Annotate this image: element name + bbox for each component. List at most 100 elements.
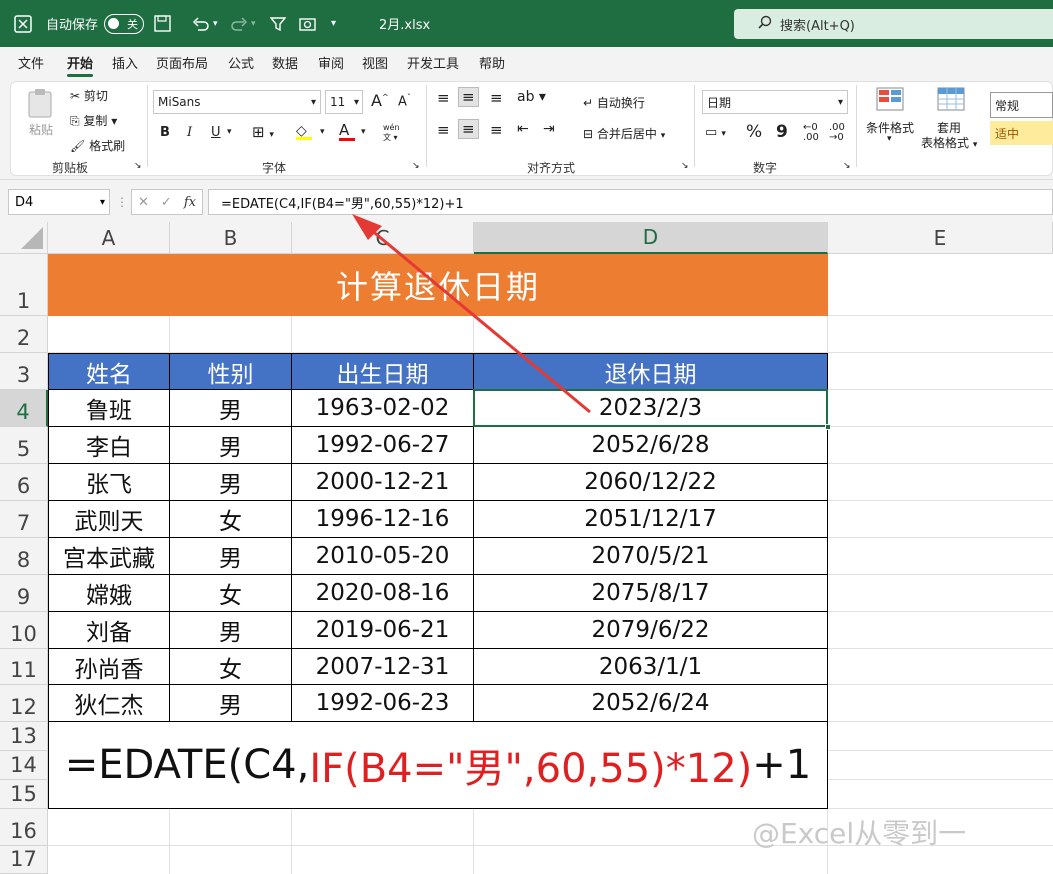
tab-developer[interactable]: 开发工具	[407, 53, 459, 72]
search-box[interactable]: 搜索(Alt+Q)	[734, 9, 1053, 39]
align-top-icon[interactable]: ≡	[437, 89, 450, 107]
table-cell[interactable]: 女	[170, 649, 292, 685]
table-cell[interactable]: 2063/1/1	[474, 649, 828, 685]
table-cell[interactable]: 2007-12-31	[292, 649, 474, 685]
table-cell[interactable]: 1963-02-02	[292, 390, 474, 427]
style-neutral[interactable]: 适中	[990, 121, 1053, 145]
italic-button[interactable]: I	[187, 125, 192, 140]
table-header-cell[interactable]: 出生日期	[292, 353, 474, 390]
chevron-down-icon[interactable]: ▾	[320, 127, 325, 137]
font-size-select[interactable]: 11 ▾	[325, 90, 363, 114]
format-painter-button[interactable]: 🖌 格式刷	[70, 137, 125, 154]
column-header-c[interactable]: C	[292, 222, 474, 254]
row-header-14[interactable]: 14	[0, 751, 48, 780]
formula-input[interactable]: =EDATE(C4,IF(B4="男",60,55)*12)+1	[208, 189, 1053, 215]
row-header-1[interactable]: 1	[0, 254, 48, 316]
table-header-cell[interactable]: 姓名	[48, 353, 170, 390]
table-cell[interactable]: 2000-12-21	[292, 464, 474, 501]
table-cell[interactable]: 1996-12-16	[292, 501, 474, 538]
style-normal[interactable]: 常规	[990, 92, 1053, 118]
wrap-text-button[interactable]: ↵ 自动换行	[583, 94, 645, 111]
table-cell[interactable]: 男	[170, 464, 292, 501]
table-cell[interactable]: 2010-05-20	[292, 538, 474, 575]
format-as-table-icon[interactable]	[937, 87, 965, 115]
enter-icon[interactable]: ✓	[161, 195, 172, 210]
table-cell[interactable]: 2070/5/21	[474, 538, 828, 575]
table-cell[interactable]: 2060/12/22	[474, 464, 828, 501]
table-cell[interactable]: 女	[170, 501, 292, 538]
increase-indent-icon[interactable]: ⇥	[543, 121, 555, 137]
border-icon[interactable]: ⊞ ▾	[252, 123, 274, 141]
table-cell[interactable]: 2019-06-21	[292, 612, 474, 649]
row-header-7[interactable]: 7	[0, 501, 48, 538]
tab-home[interactable]: 开始	[67, 53, 94, 77]
table-header-cell[interactable]: 退休日期	[474, 353, 828, 390]
grow-font-button[interactable]: A^	[371, 91, 389, 110]
table-cell[interactable]: 1992-06-23	[292, 685, 474, 722]
shrink-font-button[interactable]: Aˇ	[398, 93, 411, 109]
table-cell[interactable]: 男	[170, 685, 292, 722]
decrease-indent-icon[interactable]: ⇤	[517, 121, 529, 137]
cancel-icon[interactable]: ✕	[138, 195, 149, 210]
row-header-17[interactable]: 17	[0, 846, 48, 874]
conditional-formatting-icon[interactable]	[876, 87, 904, 115]
chevron-down-icon[interactable]: ▾	[227, 127, 232, 137]
cut-button[interactable]: ✂ 剪切	[70, 87, 108, 104]
table-cell[interactable]: 2052/6/28	[474, 427, 828, 464]
fill-color-icon[interactable]: ◇	[296, 123, 312, 140]
table-cell[interactable]: 鲁班	[48, 390, 170, 427]
save-icon[interactable]	[154, 0, 171, 47]
row-header-10[interactable]: 10	[0, 612, 48, 649]
table-cell[interactable]: 2052/6/24	[474, 685, 828, 722]
percent-style-button[interactable]: %	[746, 122, 762, 142]
sheet-title[interactable]: 计算退休日期	[48, 254, 828, 316]
font-color-icon[interactable]: A	[339, 121, 355, 141]
table-cell[interactable]: 李白	[48, 427, 170, 464]
row-header-12[interactable]: 12	[0, 685, 48, 722]
align-bottom-icon[interactable]: ≡	[490, 89, 503, 107]
row-header-5[interactable]: 5	[0, 427, 48, 464]
table-cell[interactable]: 男	[170, 538, 292, 575]
row-header-13[interactable]: 13	[0, 722, 48, 751]
table-cell[interactable]: 孙尚香	[48, 649, 170, 685]
table-cell[interactable]: 2075/8/17	[474, 575, 828, 612]
column-header-d[interactable]: D	[474, 222, 828, 254]
chevron-down-icon[interactable]: ▾	[887, 134, 892, 144]
table-cell[interactable]: 张飞	[48, 464, 170, 501]
table-cell[interactable]: 2020-08-16	[292, 575, 474, 612]
phonetic-icon[interactable]: wén 文 ▾	[383, 123, 400, 143]
row-header-15[interactable]: 15	[0, 780, 48, 809]
table-cell[interactable]: 男	[170, 390, 292, 427]
paste-icon[interactable]	[26, 87, 56, 123]
table-cell[interactable]: 男	[170, 427, 292, 464]
decrease-decimal-icon[interactable]: .00 →0	[829, 123, 845, 143]
table-cell[interactable]: 嫦娥	[48, 575, 170, 612]
formula-display-cell[interactable]: =EDATE(C4, IF(B4="男",60,55)*12) +1	[48, 722, 828, 809]
merge-center-button[interactable]: ⊟ 合并后居中 ▾	[583, 125, 665, 142]
row-header-3[interactable]: 3	[0, 353, 48, 390]
table-cell[interactable]: 狄仁杰	[48, 685, 170, 722]
name-box[interactable]: D4 ▾	[8, 189, 110, 215]
table-cell[interactable]: 2079/6/22	[474, 612, 828, 649]
column-header-a[interactable]: A	[48, 222, 170, 254]
tab-insert[interactable]: 插入	[112, 53, 138, 72]
table-cell[interactable]: 武则天	[48, 501, 170, 538]
tab-data[interactable]: 数据	[272, 53, 298, 72]
tab-page-layout[interactable]: 页面布局	[156, 53, 208, 72]
row-header-11[interactable]: 11	[0, 649, 48, 685]
orientation-icon[interactable]: ab ▾	[517, 89, 546, 105]
table-cell[interactable]: 女	[170, 575, 292, 612]
align-right-icon[interactable]: ≡	[490, 121, 503, 139]
bold-button[interactable]: B	[160, 125, 170, 140]
fill-handle[interactable]	[825, 424, 831, 430]
number-format-select[interactable]: 日期 ▾	[702, 90, 848, 114]
undo-icon[interactable]: ▾	[192, 0, 218, 47]
row-header-16[interactable]: 16	[0, 809, 48, 846]
align-left-icon[interactable]: ≡	[437, 121, 450, 139]
excel-logo-icon[interactable]	[14, 0, 32, 47]
underline-button[interactable]: U	[211, 125, 221, 140]
column-header-b[interactable]: B	[170, 222, 292, 254]
table-cell[interactable]: 1992-06-27	[292, 427, 474, 464]
customize-qat-icon[interactable]: ▾	[331, 0, 336, 47]
number-launcher-icon[interactable]: ↘	[843, 161, 851, 171]
